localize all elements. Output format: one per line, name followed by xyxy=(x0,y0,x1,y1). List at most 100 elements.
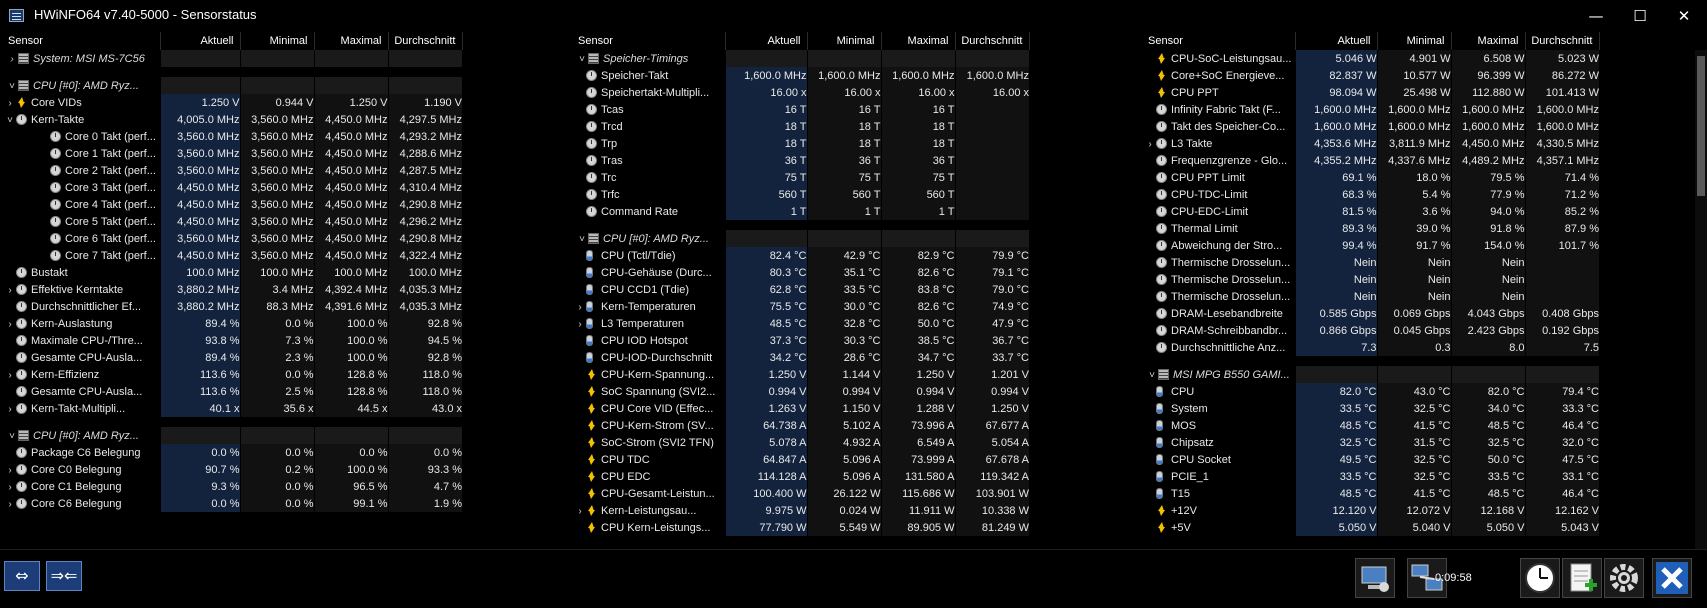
column-header-sensor[interactable]: Sensor xyxy=(0,32,161,50)
sensor-row[interactable]: CPU-IOD-Durchschnitt 34.2 °C 28.6 °C 34.7 °… xyxy=(570,349,1029,366)
sensor-row[interactable]: Trfc 560 T 560 T 560 T xyxy=(570,186,1029,203)
sensor-row[interactable]: Thermische Drosselun... Nein Nein Nein xyxy=(1140,288,1599,305)
collapse-chevron-icon[interactable]: ˅ xyxy=(4,115,16,126)
sensor-pane-left[interactable]: Sensor Aktuell Minimal Maximal Durchschnitt ›… xyxy=(0,32,478,549)
sensor-row[interactable]: Tras 36 T 36 T 36 T xyxy=(570,152,1029,169)
sensor-row[interactable]: ˅ Kern-Takte 4,005.0 MHz 3,560.0 MHz 4,450.0… xyxy=(0,111,462,128)
nav-expand-icon[interactable]: ⇔ xyxy=(4,561,40,591)
sensor-pane-right[interactable]: Sensor Aktuell Minimal Maximal Durchschnitt C… xyxy=(1140,32,1707,549)
sensor-row[interactable]: › Kern-Takt-Multipli... 40.1 x 35.6 x 44.5 x… xyxy=(0,400,462,417)
sensor-pane-middle[interactable]: Sensor Aktuell Minimal Maximal Durchschnitt ˅… xyxy=(570,32,1046,549)
sensor-row[interactable]: CPU 82.0 °C 43.0 °C 82.0 °C 79.4 °C xyxy=(1140,383,1599,400)
expand-chevron-icon[interactable]: › xyxy=(4,285,16,296)
sensor-row[interactable]: CPU-EDC-Limit 81.5 % 3.6 % 94.0 % 85.2 % xyxy=(1140,203,1599,220)
expand-chevron-icon[interactable]: › xyxy=(4,465,16,476)
network-icon[interactable] xyxy=(1355,558,1395,598)
sensor-row[interactable]: CPU-Kern-Spannung... 1.250 V 1.144 V 1.250 … xyxy=(570,366,1029,383)
sensor-row[interactable]: › Core VIDs 1.250 V 0.944 V 1.250 V 1.190 V xyxy=(0,94,462,111)
sensor-row[interactable]: › Core C0 Belegung 90.7 % 0.2 % 100.0 % 93.3 … xyxy=(0,461,462,478)
sensor-row[interactable]: MOS 48.5 °C 41.5 °C 48.5 °C 46.4 °C xyxy=(1140,417,1599,434)
collapse-chevron-icon[interactable]: ˅ xyxy=(576,234,588,245)
column-header-current[interactable]: Aktuell xyxy=(160,32,241,50)
column-header-min[interactable]: Minimal xyxy=(1377,32,1452,50)
vertical-scrollbar[interactable] xyxy=(1695,50,1707,549)
sensor-row[interactable]: › Kern-Leistungsau... 9.975 W 0.024 W 11.911… xyxy=(570,502,1029,519)
sensor-row[interactable]: CPU-TDC-Limit 68.3 % 5.4 % 77.9 % 71.2 % xyxy=(1140,186,1599,203)
scrollbar-thumb[interactable] xyxy=(1697,56,1705,196)
expand-chevron-icon[interactable]: › xyxy=(4,319,16,330)
sensor-row[interactable]: CPU IOD Hotspot 37.3 °C 30.3 °C 38.5 °C 36.7… xyxy=(570,332,1029,349)
sensor-row[interactable]: CPU Core VID (Effec... 1.263 V 1.150 V 1.28… xyxy=(570,400,1029,417)
column-header-avg[interactable]: Durchschnitt xyxy=(1525,32,1600,50)
column-header-max[interactable]: Maximal xyxy=(1451,32,1526,50)
sensor-row[interactable]: Durchschnittlicher Ef... 3,880.2 MHz 88.3 … xyxy=(0,298,462,315)
sensor-row[interactable]: Tcas 16 T 16 T 16 T xyxy=(570,101,1029,118)
sensor-row[interactable]: SoC Spannung (SVI2... 0.994 V 0.994 V 0.994… xyxy=(570,383,1029,400)
collapse-chevron-icon[interactable]: ˅ xyxy=(6,81,18,92)
sensor-row[interactable]: DRAM-Lesebandbreite 0.585 Gbps 0.069 Gbps 4… xyxy=(1140,305,1599,322)
sensor-row[interactable]: Trp 18 T 18 T 18 T xyxy=(570,135,1029,152)
sensor-row[interactable]: +12V 12.120 V 12.072 V 12.168 V 12.162 V xyxy=(1140,502,1599,519)
column-header-current[interactable]: Aktuell xyxy=(725,32,808,50)
sensor-row[interactable]: PCIE_1 33.5 °C 32.5 °C 33.5 °C 33.1 °C xyxy=(1140,468,1599,485)
sensor-row[interactable]: Bustakt 100.0 MHz 100.0 MHz 100.0 MHz 100.0 … xyxy=(0,264,462,281)
column-header-sensor[interactable]: Sensor xyxy=(1140,32,1296,50)
collapse-chevron-icon[interactable]: ˅ xyxy=(6,431,18,442)
sensor-row[interactable]: CPU EDC 114.128 A 5.096 A 131.580 A 119.342 … xyxy=(570,468,1029,485)
sensor-row[interactable]: › Effektive Kerntakte 3,880.2 MHz 3.4 MHz 4,… xyxy=(0,281,462,298)
sensor-row[interactable]: › Core C6 Belegung 0.0 % 0.0 % 99.1 % 1.9 % xyxy=(0,495,462,512)
sensor-row[interactable]: › Kern-Effizienz 113.6 % 0.0 % 128.8 % 118.0 … xyxy=(0,366,462,383)
sensor-row[interactable]: Core 1 Takt (perf... 3,560.0 MHz 3,560.0 M… xyxy=(0,145,462,162)
sensor-row[interactable]: SoC-Strom (SVI2 TFN) 5.078 A 4.932 A 6.549 … xyxy=(570,434,1029,451)
column-header-avg[interactable]: Durchschnitt xyxy=(388,32,463,50)
expand-chevron-icon[interactable]: › xyxy=(574,302,586,313)
sensor-row[interactable]: › Core C1 Belegung 9.3 % 0.0 % 96.5 % 4.7 % xyxy=(0,478,462,495)
sensor-row[interactable]: Durchschnittliche Anz... 7.3 0.3 8.0 7.5 xyxy=(1140,339,1599,356)
report-add-icon[interactable] xyxy=(1562,558,1602,598)
sensor-row[interactable]: Speicher-Takt 1,600.0 MHz 1,600.0 MHz 1,600… xyxy=(570,67,1029,84)
collapse-chevron-icon[interactable]: ˅ xyxy=(576,54,588,65)
sensor-row[interactable]: Takt des Speicher-Co... 1,600.0 MHz 1,600.… xyxy=(1140,118,1599,135)
sensor-row[interactable]: Thermische Drosselun... Nein Nein Nein xyxy=(1140,271,1599,288)
sensor-row[interactable]: CPU-Kern-Strom (SV... 64.738 A 5.102 A 73.9… xyxy=(570,417,1029,434)
sensor-row[interactable]: Core 6 Takt (perf... 3,560.0 MHz 3,560.0 M… xyxy=(0,230,462,247)
sensor-row[interactable]: Maximale CPU-/Thre... 93.8 % 7.3 % 100.0 % 9… xyxy=(0,332,462,349)
expand-chevron-icon[interactable]: › xyxy=(4,404,16,415)
sensor-row[interactable]: Trcd 18 T 18 T 18 T xyxy=(570,118,1029,135)
minimize-button[interactable]: — xyxy=(1574,0,1618,32)
sensor-row[interactable]: Speichertakt-Multipli... 16.00 x 16.00 x 16… xyxy=(570,84,1029,101)
maximize-button[interactable]: ☐ xyxy=(1618,0,1662,32)
sensor-row[interactable]: Gesamte CPU-Ausla... 113.6 % 2.5 % 128.8 % 1… xyxy=(0,383,462,400)
sensor-row[interactable]: CPU-Gehäuse (Durc... 80.3 °C 35.1 °C 82.6 °… xyxy=(570,264,1029,281)
column-header-max[interactable]: Maximal xyxy=(881,32,956,50)
close-x-icon[interactable] xyxy=(1652,558,1692,598)
close-button[interactable]: ✕ xyxy=(1662,0,1706,32)
sensor-row[interactable]: CPU Socket 49.5 °C 32.5 °C 50.0 °C 47.5 °C xyxy=(1140,451,1599,468)
sensor-row[interactable]: Chipsatz 32.5 °C 31.5 °C 32.5 °C 32.0 °C xyxy=(1140,434,1599,451)
sensor-row[interactable]: Package C6 Belegung 0.0 % 0.0 % 0.0 % 0.0 % xyxy=(0,444,462,461)
expand-chevron-icon[interactable]: › xyxy=(4,499,16,510)
sensor-row[interactable]: Thermal Limit 89.3 % 39.0 % 91.8 % 87.9 % xyxy=(1140,220,1599,237)
column-header-min[interactable]: Minimal xyxy=(807,32,882,50)
sensor-row[interactable]: Command Rate 1 T1 T1 T xyxy=(570,203,1029,220)
sensor-row[interactable]: Core+SoC Energieve... 82.837 W 10.577 W 96.… xyxy=(1140,67,1599,84)
sensor-row[interactable]: CPU-SoC-Leistungsau... 5.046 W 4.901 W 6.50… xyxy=(1140,50,1599,67)
sensor-row[interactable]: CPU (Tctl/Tdie) 82.4 °C 42.9 °C 82.9 °C 79.9… xyxy=(570,247,1029,264)
expand-chevron-icon[interactable]: › xyxy=(1144,139,1156,150)
sensor-row[interactable]: CPU CCD1 (Tdie) 62.8 °C 33.5 °C 83.8 °C 79.0… xyxy=(570,281,1029,298)
sensor-row[interactable]: Abweichung der Stro... 99.4 % 91.7 % 154.0 … xyxy=(1140,237,1599,254)
expand-chevron-icon[interactable]: › xyxy=(4,370,16,381)
sensor-group-row[interactable]: ˅ Speicher-Timings xyxy=(570,50,1029,67)
column-header-min[interactable]: Minimal xyxy=(240,32,315,50)
sensor-row[interactable]: T15 48.5 °C 41.5 °C 48.5 °C 46.4 °C xyxy=(1140,485,1599,502)
sensor-row[interactable]: Core 3 Takt (perf... 4,450.0 MHz 3,560.0 M… xyxy=(0,179,462,196)
sensor-row[interactable]: › L3 Takte 4,353.6 MHz 3,811.9 MHz 4,450.0 M… xyxy=(1140,135,1599,152)
sensor-row[interactable]: Core 0 Takt (perf... 3,560.0 MHz 3,560.0 M… xyxy=(0,128,462,145)
sensor-group-row[interactable]: ˅ CPU [#0]: AMD Ryz... xyxy=(0,427,462,444)
sensor-row[interactable]: CPU TDC 64.847 A 5.096 A 73.999 A 67.678 A xyxy=(570,451,1029,468)
sensor-row[interactable]: › Kern-Auslastung 89.4 % 0.0 % 100.0 % 92.8 % xyxy=(0,315,462,332)
column-header-sensor[interactable]: Sensor xyxy=(570,32,726,50)
column-header-max[interactable]: Maximal xyxy=(314,32,389,50)
expand-chevron-icon[interactable]: › xyxy=(6,54,18,65)
sensor-row[interactable]: +5V 5.050 V 5.040 V 5.050 V 5.043 V xyxy=(1140,519,1599,536)
